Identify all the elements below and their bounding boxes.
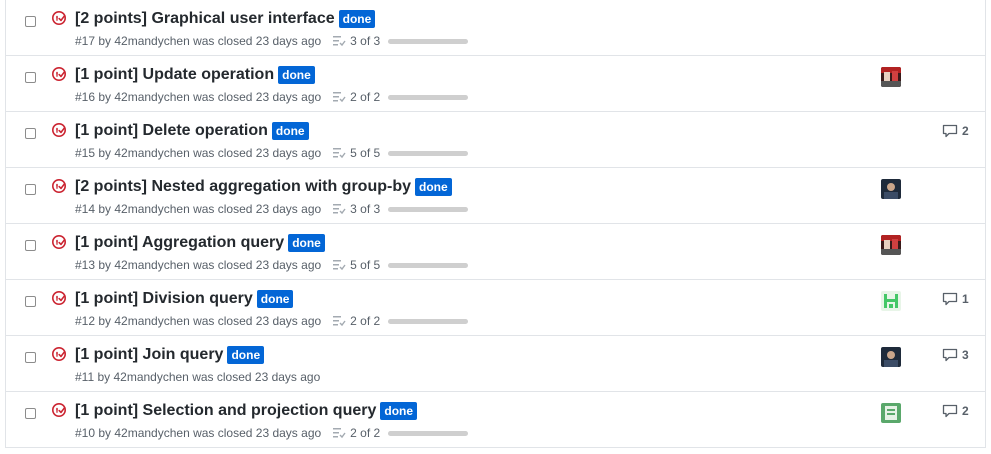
issue-closed-icon	[52, 11, 66, 25]
issue-row[interactable]: [2 points] Nested aggregation with group…	[6, 168, 985, 224]
comment-count: 3	[962, 348, 969, 362]
task-progress-fill	[388, 38, 469, 44]
comment-count: 2	[962, 404, 969, 418]
label-done[interactable]: done	[256, 290, 294, 308]
comment-count: 2	[962, 124, 969, 138]
task-progress-text: 5 of 5	[350, 146, 381, 160]
issue-meta: #17 by 42mandychen was closed 23 days ag…	[75, 34, 322, 48]
task-progress-fill	[388, 430, 469, 436]
checklist-icon	[333, 428, 346, 439]
label-done[interactable]: done	[227, 346, 265, 364]
issue-title-link[interactable]: [2 points] Nested aggregation with group…	[75, 177, 411, 197]
issue-meta: #16 by 42mandychen was closed 23 days ag…	[75, 90, 322, 104]
issue-closed-icon	[52, 123, 66, 137]
issue-select-checkbox[interactable]	[25, 128, 36, 139]
checklist-icon	[333, 204, 346, 215]
comment-icon	[942, 348, 958, 362]
task-progress-bar	[388, 430, 469, 436]
issue-select-checkbox[interactable]	[25, 16, 36, 27]
issue-closed-icon	[52, 67, 66, 81]
issue-select-checkbox[interactable]	[25, 240, 36, 251]
issue-row[interactable]: [2 points] Graphical user interface done…	[6, 0, 985, 56]
assignee-avatar[interactable]	[881, 403, 901, 423]
issue-row[interactable]: [1 point] Division query done #12 by 42m…	[6, 280, 985, 336]
task-progress-text: 2 of 2	[350, 90, 381, 104]
task-progress-text: 2 of 2	[350, 426, 381, 440]
label-done[interactable]: done	[288, 234, 325, 252]
checklist-icon	[333, 260, 346, 271]
label-done[interactable]: done	[415, 178, 452, 196]
issue-meta: #11 by 42mandychen was closed 23 days ag…	[75, 370, 321, 384]
issue-select-checkbox[interactable]	[25, 352, 36, 363]
issue-meta: #10 by 42mandychen was closed 23 days ag…	[75, 426, 322, 440]
assignee-avatar[interactable]	[881, 291, 901, 311]
issue-row[interactable]: [1 point] Update operation done #16 by 4…	[6, 56, 985, 112]
issue-select-checkbox[interactable]	[25, 408, 36, 419]
issue-closed-icon	[52, 403, 66, 417]
task-progress-text: 3 of 3	[350, 34, 381, 48]
issue-select-checkbox[interactable]	[25, 296, 36, 307]
issue-meta: #12 by 42mandychen was closed 23 days ag…	[75, 314, 322, 328]
comment-count: 1	[962, 292, 969, 306]
task-progress-bar	[388, 206, 469, 212]
issue-select-checkbox[interactable]	[25, 184, 36, 195]
task-progress-bar	[388, 94, 469, 100]
issue-title-link[interactable]: [1 point] Aggregation query	[75, 233, 284, 253]
issue-closed-icon	[52, 291, 66, 305]
task-progress-bar	[388, 262, 469, 268]
task-progress-text: 2 of 2	[350, 314, 381, 328]
issue-title-link[interactable]: [1 point] Division query	[75, 289, 253, 309]
assignee-avatar[interactable]	[881, 347, 901, 367]
comment-count-link[interactable]: 1	[942, 292, 969, 306]
comment-icon	[942, 124, 958, 138]
issue-title-link[interactable]: [1 point] Delete operation	[75, 121, 268, 141]
task-progress-text: 3 of 3	[350, 202, 381, 216]
task-progress-fill	[388, 150, 469, 156]
task-progress-fill	[388, 318, 469, 324]
assignee-avatar[interactable]	[881, 235, 901, 255]
task-progress-fill	[388, 206, 469, 212]
task-progress-fill	[388, 262, 469, 268]
label-done[interactable]: done	[271, 122, 309, 140]
assignee-avatar[interactable]	[881, 179, 901, 199]
label-done[interactable]: done	[278, 66, 315, 84]
task-progress-bar	[388, 150, 469, 156]
issue-closed-icon	[52, 235, 66, 249]
issue-title-link[interactable]: [2 points] Graphical user interface	[75, 9, 335, 29]
issue-title-link[interactable]: [1 point] Update operation	[75, 65, 274, 85]
issue-row[interactable]: [1 point] Selection and projection query…	[6, 392, 985, 448]
comment-count-link[interactable]: 3	[942, 348, 969, 362]
issue-title-link[interactable]: [1 point] Selection and projection query	[75, 401, 376, 421]
assignee-avatar[interactable]	[881, 67, 901, 87]
label-done[interactable]: done	[380, 402, 418, 420]
comment-icon	[942, 404, 958, 418]
checklist-icon	[333, 36, 346, 47]
comment-icon	[942, 292, 958, 306]
task-progress-bar	[388, 38, 469, 44]
comment-count-link[interactable]: 2	[942, 404, 969, 418]
issue-row[interactable]: [1 point] Delete operation done #15 by 4…	[6, 112, 985, 168]
issue-list: [2 points] Graphical user interface done…	[5, 0, 986, 448]
issue-title-link[interactable]: [1 point] Join query	[75, 345, 223, 365]
checklist-icon	[333, 148, 346, 159]
issue-meta: #14 by 42mandychen was closed 23 days ag…	[75, 202, 322, 216]
checklist-icon	[333, 92, 346, 103]
task-progress-fill	[388, 94, 469, 100]
issue-row[interactable]: [1 point] Join query done #11 by 42mandy…	[6, 336, 985, 392]
issue-row[interactable]: [1 point] Aggregation query done #13 by …	[6, 224, 985, 280]
issue-closed-icon	[52, 179, 66, 193]
issue-meta: #15 by 42mandychen was closed 23 days ag…	[75, 146, 322, 160]
checklist-icon	[333, 316, 346, 327]
issue-select-checkbox[interactable]	[25, 72, 36, 83]
label-done[interactable]: done	[338, 10, 376, 28]
comment-count-link[interactable]: 2	[942, 124, 969, 138]
issue-meta: #13 by 42mandychen was closed 23 days ag…	[75, 258, 322, 272]
issue-closed-icon	[52, 347, 66, 361]
task-progress-bar	[388, 318, 469, 324]
task-progress-text: 5 of 5	[350, 258, 381, 272]
